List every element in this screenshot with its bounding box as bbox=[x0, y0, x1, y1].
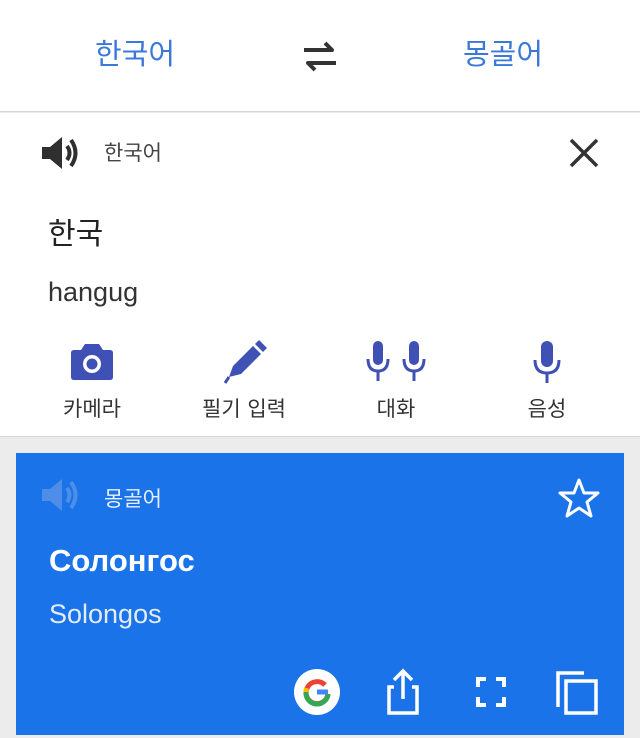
handwriting-button[interactable]: 필기 입력 bbox=[169, 339, 319, 423]
source-romanization: hangug bbox=[48, 277, 139, 307]
google-icon[interactable] bbox=[292, 667, 342, 717]
conversation-button[interactable]: 대화 bbox=[321, 339, 471, 423]
source-text[interactable]: 한국 bbox=[48, 209, 103, 253]
microphone-icon bbox=[533, 341, 561, 383]
language-bar: 한국어 몽골어 bbox=[0, 0, 640, 112]
camera-icon bbox=[71, 344, 113, 380]
input-card: 한국어 한국 hangug 카메라 필기 입력 대화 음성 bbox=[0, 113, 640, 437]
voice-button[interactable]: 음성 bbox=[472, 339, 622, 423]
camera-button[interactable]: 카메라 bbox=[17, 339, 167, 423]
star-icon[interactable] bbox=[558, 477, 600, 519]
translated-romanization: Solongos bbox=[49, 599, 162, 629]
close-icon[interactable] bbox=[566, 135, 602, 171]
camera-label: 카메라 bbox=[63, 397, 121, 421]
result-language-label: 몽골어 bbox=[104, 487, 162, 511]
input-language-label: 한국어 bbox=[104, 141, 162, 165]
copy-icon[interactable] bbox=[552, 667, 602, 717]
speaker-icon[interactable] bbox=[38, 133, 82, 173]
share-icon[interactable] bbox=[378, 667, 428, 717]
translation-result-card[interactable]: 몽골어 Солонгос Solongos bbox=[16, 453, 624, 735]
source-language-button[interactable]: 한국어 bbox=[35, 34, 235, 74]
target-language-button[interactable]: 몽골어 bbox=[403, 34, 603, 74]
handwriting-label: 필기 입력 bbox=[202, 397, 286, 421]
conversation-label: 대화 bbox=[376, 397, 416, 421]
fullscreen-icon[interactable] bbox=[466, 667, 516, 717]
voice-label: 음성 bbox=[527, 397, 567, 421]
conversation-icon bbox=[366, 341, 426, 381]
speaker-icon[interactable] bbox=[38, 475, 82, 515]
translated-text: Солонгос bbox=[49, 543, 195, 578]
pen-icon bbox=[223, 340, 267, 384]
swap-languages-icon[interactable] bbox=[296, 36, 344, 76]
